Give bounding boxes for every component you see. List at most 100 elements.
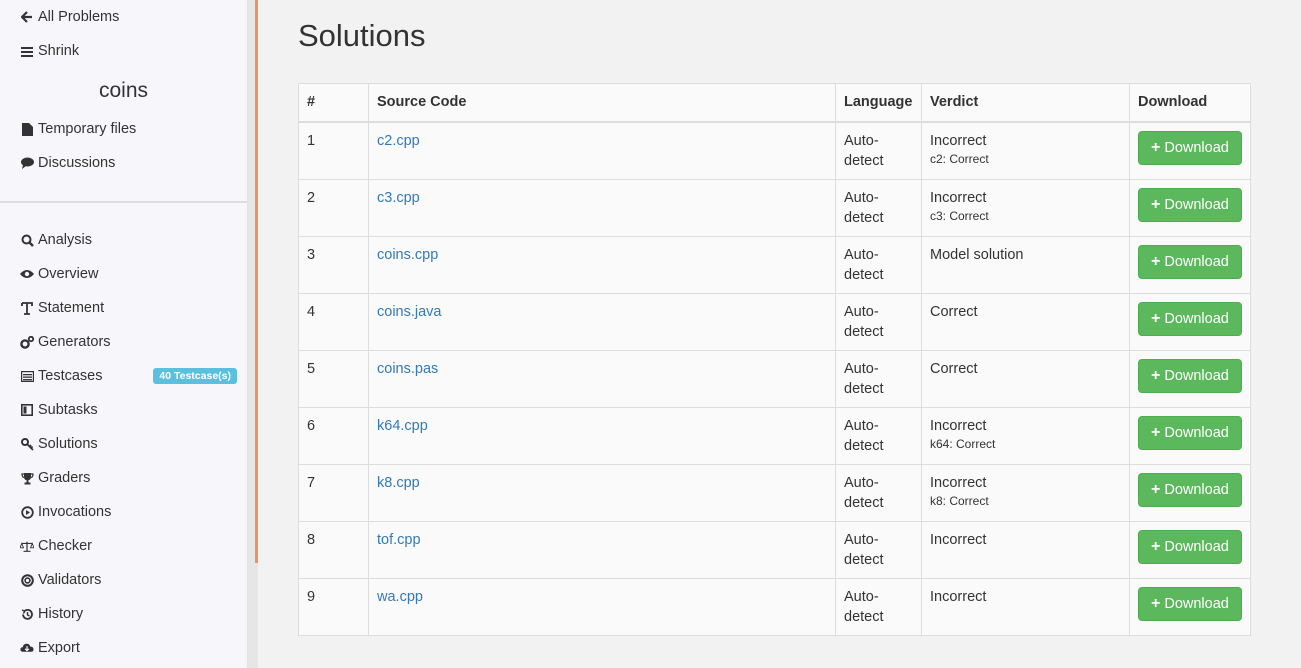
- source-file-link[interactable]: c2.cpp: [377, 133, 420, 149]
- source-file-link[interactable]: coins.cpp: [377, 247, 438, 263]
- scale-icon: [20, 539, 34, 553]
- list-icon: [20, 369, 34, 383]
- eye-icon: [20, 267, 34, 281]
- source-file-link[interactable]: coins.java: [377, 304, 441, 320]
- plus-icon: +: [1151, 423, 1161, 441]
- source-file-link[interactable]: tof.cpp: [377, 532, 421, 548]
- download-cell: + Download: [1129, 178, 1251, 237]
- sidebar-item-solutions[interactable]: Solutions: [0, 427, 247, 461]
- download-button[interactable]: + Download: [1138, 415, 1242, 450]
- sidebar-item-export[interactable]: Export: [0, 631, 247, 665]
- sidebar-item-analysis[interactable]: Analysis: [0, 223, 247, 257]
- verdict-text: Incorrect: [930, 474, 987, 491]
- language-line-2: detect: [844, 551, 884, 568]
- arrow-left-icon: [20, 10, 34, 24]
- plus-icon: +: [1151, 594, 1161, 612]
- column-header-download: Download: [1129, 83, 1251, 123]
- download-button[interactable]: + Download: [1138, 358, 1242, 393]
- download-cell: + Download: [1129, 292, 1251, 351]
- sidebar-item-testcases[interactable]: Testcases 40 Testcase(s): [0, 359, 247, 393]
- download-cell: + Download: [1129, 349, 1251, 408]
- source-file-link[interactable]: k8.cpp: [377, 475, 420, 491]
- table-row: 6 k64.cpp Auto-detect Incorrect k64: Correct…: [298, 406, 1251, 465]
- text-icon: [20, 301, 34, 315]
- source-file-link[interactable]: wa.cpp: [377, 589, 423, 605]
- plus-icon: +: [1151, 480, 1161, 498]
- download-button[interactable]: + Download: [1138, 130, 1242, 165]
- sidebar-item-label: Solutions: [38, 436, 98, 452]
- sidebar-item-label: Graders: [38, 470, 91, 486]
- language-cell: Auto-detect: [835, 178, 922, 237]
- download-cell: + Download: [1129, 463, 1251, 522]
- download-label: Download: [1164, 139, 1229, 156]
- row-number: 6: [298, 406, 369, 465]
- columns-icon: [20, 403, 34, 417]
- table-row: 4 coins.java Auto-detect Correct + Download: [298, 292, 1251, 351]
- language-line-2: detect: [844, 608, 884, 625]
- language-line-2: detect: [844, 380, 884, 397]
- download-button[interactable]: + Download: [1138, 472, 1242, 507]
- sidebar-item-generators[interactable]: Generators: [0, 325, 247, 359]
- download-cell: + Download: [1129, 520, 1251, 579]
- row-number: 9: [298, 577, 369, 636]
- language-cell: Auto-detect: [835, 406, 922, 465]
- temporary-files-link[interactable]: Temporary files: [0, 112, 247, 146]
- download-button[interactable]: + Download: [1138, 529, 1242, 564]
- sidebar-item-graders[interactable]: Graders: [0, 461, 247, 495]
- problem-name: coins: [98, 79, 149, 102]
- column-header-verdict: Verdict: [921, 83, 1130, 123]
- language-cell: Auto-detect: [835, 577, 922, 636]
- verdict-text: Incorrect: [930, 132, 987, 149]
- source-file-link[interactable]: c3.cpp: [377, 190, 420, 206]
- sidebar-item-statement[interactable]: Statement: [0, 291, 247, 325]
- lifebuoy-icon: [20, 573, 34, 587]
- shrink-link[interactable]: Shrink: [0, 34, 247, 68]
- verdict-text: Incorrect: [930, 189, 987, 206]
- download-cell: + Download: [1129, 577, 1251, 636]
- verdict-text: Correct: [930, 303, 978, 320]
- download-button[interactable]: + Download: [1138, 301, 1242, 336]
- sidebar-item-overview[interactable]: Overview: [0, 257, 247, 291]
- bars-icon: [20, 44, 34, 58]
- verdict-text: Incorrect: [930, 531, 987, 548]
- plus-icon: +: [1151, 138, 1161, 156]
- sidebar-item-label: Subtasks: [38, 402, 98, 418]
- sidebar-item-validators[interactable]: Validators: [0, 563, 247, 597]
- discussions-link[interactable]: Discussions: [0, 146, 247, 180]
- download-label: Download: [1164, 196, 1229, 213]
- source-code-cell: coins.cpp: [368, 235, 836, 294]
- sidebar-item-label: Generators: [38, 334, 111, 350]
- gears-icon: [20, 335, 34, 349]
- download-button[interactable]: + Download: [1138, 586, 1242, 621]
- sidebar-item-checker[interactable]: Checker: [0, 529, 247, 563]
- language-cell: Auto-detect: [835, 292, 922, 351]
- verdict-text: Incorrect: [930, 417, 987, 434]
- download-cell: + Download: [1129, 235, 1251, 294]
- language-cell: Auto-detect: [835, 463, 922, 522]
- source-code-cell: wa.cpp: [368, 577, 836, 636]
- main-content: Solutions # Source Code Language Verdict…: [258, 0, 1301, 668]
- verdict-cell: Incorrect: [921, 520, 1130, 579]
- verdict-cell: Incorrect c2: Correct: [921, 121, 1130, 180]
- download-label: Download: [1164, 367, 1229, 384]
- sidebar-item-history[interactable]: History: [0, 597, 247, 631]
- source-file-link[interactable]: coins.pas: [377, 361, 438, 377]
- language-line-2: detect: [844, 323, 884, 340]
- discussions-label: Discussions: [38, 155, 116, 171]
- verdict-cell: Model solution: [921, 235, 1130, 294]
- download-label: Download: [1164, 481, 1229, 498]
- all-problems-link[interactable]: All Problems: [0, 0, 247, 34]
- source-code-cell: k8.cpp: [368, 463, 836, 522]
- verdict-cell: Correct: [921, 292, 1130, 351]
- row-number: 2: [298, 178, 369, 237]
- sidebar-item-invocations[interactable]: Invocations: [0, 495, 247, 529]
- file-icon: [20, 122, 34, 136]
- verdict-detail: c3: Correct: [930, 208, 989, 223]
- sidebar-item-subtasks[interactable]: Subtasks: [0, 393, 247, 427]
- play-circle-icon: [20, 505, 34, 519]
- download-button[interactable]: + Download: [1138, 244, 1242, 279]
- download-button[interactable]: + Download: [1138, 187, 1242, 222]
- language-line-1: Auto-: [844, 531, 879, 548]
- verdict-cell: Correct: [921, 349, 1130, 408]
- source-file-link[interactable]: k64.cpp: [377, 418, 428, 434]
